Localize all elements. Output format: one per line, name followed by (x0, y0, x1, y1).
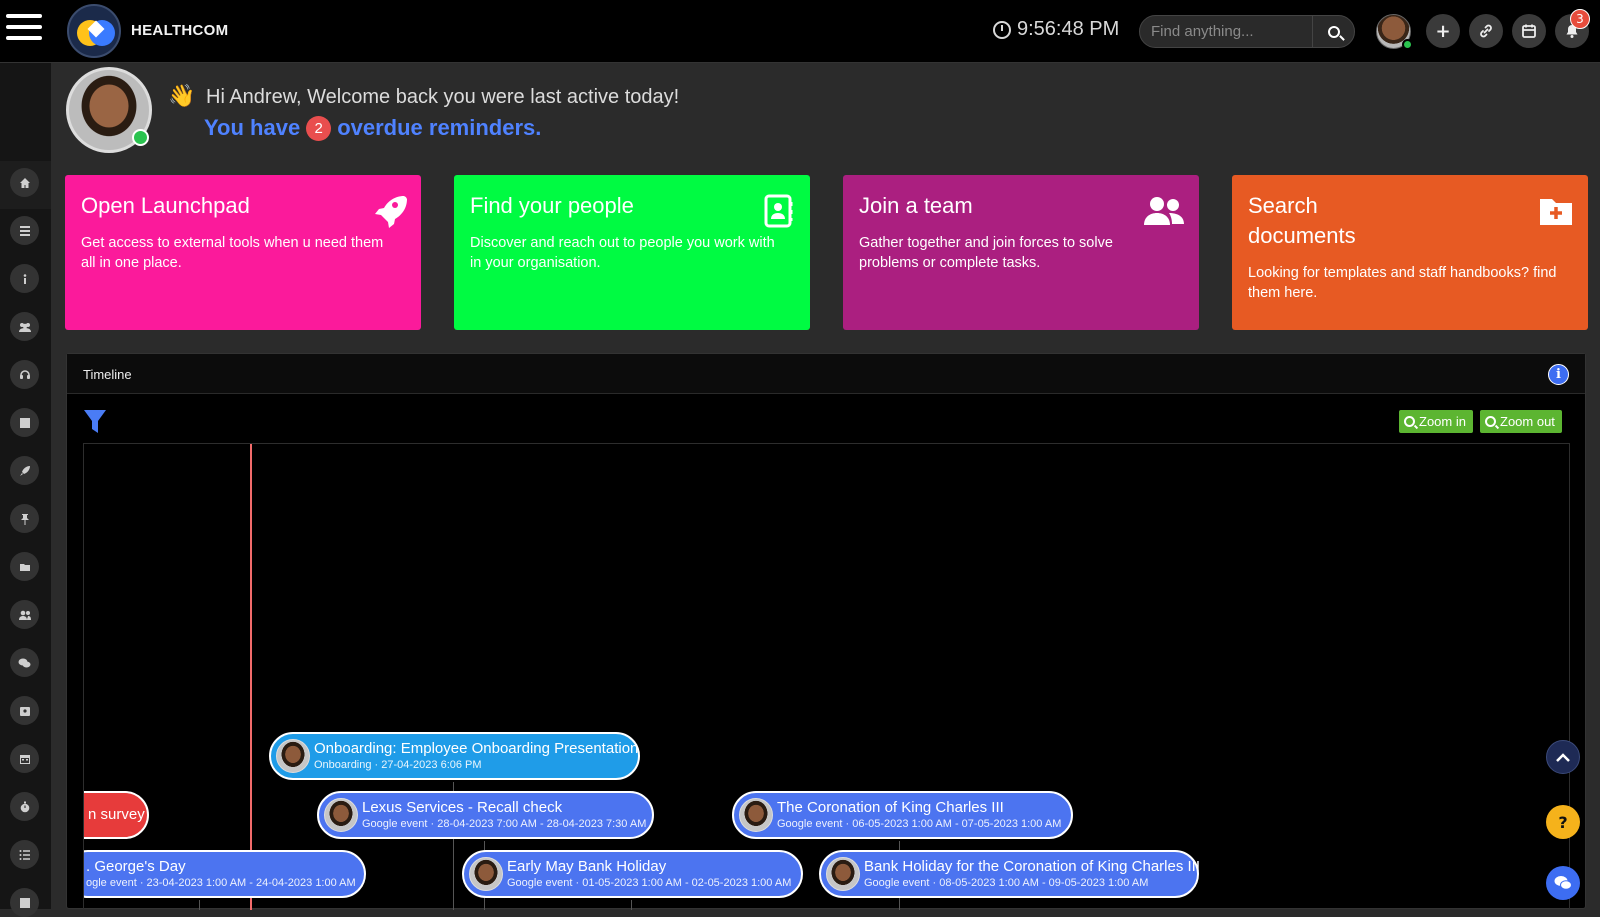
sidebar-rocket-icon[interactable] (10, 456, 39, 485)
timeline-header: Timeline i (67, 354, 1585, 394)
sidebar (0, 63, 51, 917)
timeline-event[interactable]: Bank Holiday for the Coronation of King … (819, 850, 1200, 898)
card-text: Gather together and join forces to solve… (859, 235, 1113, 271)
timeline-event[interactable]: The Coronation of King Charles III Google… (732, 791, 1073, 839)
sidebar-support-icon[interactable] (10, 360, 39, 389)
sidebar-people-icon[interactable] (10, 600, 39, 629)
clock: 9:56:48 PM (993, 18, 1119, 41)
timeline-event[interactable]: Onboarding: Employee Onboarding Presenta… (269, 732, 640, 780)
sidebar-chat-icon[interactable] (10, 648, 39, 677)
rocket-icon (375, 196, 407, 228)
folder-plus-icon (1540, 199, 1572, 225)
sidebar-stopwatch-icon[interactable] (10, 792, 39, 821)
search-input[interactable] (1140, 16, 1312, 47)
welcome-message: Hi Andrew, Welcome back you were last ac… (206, 86, 680, 108)
sidebar-square-icon[interactable] (10, 408, 39, 437)
waving-hand-icon: 👋 (168, 84, 196, 109)
timeline-event[interactable]: Lexus Services - Recall check Google even… (317, 791, 654, 839)
timeline-panel: Timeline i Zoom in Zoom out Onboarding: … (66, 353, 1586, 910)
sidebar-groups-icon[interactable] (10, 312, 39, 341)
timeline-event[interactable]: n survey (84, 791, 149, 839)
sidebar-home-icon[interactable] (10, 168, 39, 197)
avatar (276, 739, 310, 773)
zoom-in-icon (1404, 416, 1415, 427)
card-title: Search documents (1248, 193, 1356, 248)
sidebar-info-icon[interactable] (10, 264, 39, 293)
card-find-your-people[interactable]: Find your people Discover and reach out … (454, 175, 810, 330)
contact-book-icon (764, 194, 793, 228)
add-button[interactable]: + (1426, 14, 1460, 48)
card-search-documents[interactable]: Search documents Looking for templates a… (1232, 175, 1588, 330)
scroll-to-top-button[interactable] (1546, 740, 1580, 774)
user-avatar[interactable] (1376, 14, 1413, 50)
timeline-event[interactable]: Early May Bank Holiday Google event · 01-… (462, 850, 803, 898)
card-text: Looking for templates and staff handbook… (1248, 265, 1557, 301)
top-bar: HEALTHCOM 9:56:48 PM + 3 (0, 0, 1600, 63)
sidebar-list-icon[interactable] (10, 216, 39, 245)
avatar (324, 798, 358, 832)
online-status-dot (132, 129, 149, 146)
timeline-title: Timeline (83, 367, 132, 382)
sidebar-pin-icon[interactable] (10, 504, 39, 533)
healthcom-logo[interactable] (67, 4, 121, 58)
search-icon (1327, 25, 1340, 38)
chat-icon (1554, 876, 1572, 890)
search-button[interactable] (1312, 16, 1354, 47)
search-box (1139, 15, 1355, 48)
timeline-canvas[interactable]: Onboarding: Employee Onboarding Presenta… (83, 443, 1570, 910)
avatar (469, 857, 503, 891)
profile-avatar[interactable] (66, 67, 152, 153)
reminder-count-badge: 2 (306, 115, 332, 141)
calendar-button[interactable] (1512, 14, 1546, 48)
sidebar-tasks-icon[interactable] (10, 840, 39, 869)
users-icon (1144, 197, 1184, 225)
current-time-marker (250, 444, 252, 910)
hamburger-menu-icon[interactable] (6, 14, 42, 46)
timeline-event[interactable]: . George's Day ogle event · 23-04-2023 1:… (84, 850, 366, 898)
notification-badge: 3 (1570, 9, 1590, 29)
chevron-up-icon (1556, 753, 1570, 762)
card-open-launchpad[interactable]: Open Launchpad Get access to external to… (65, 175, 421, 330)
zoom-out-icon (1485, 416, 1496, 427)
card-text: Get access to external tools when u need… (81, 235, 384, 271)
info-icon[interactable]: i (1548, 364, 1569, 385)
calendar-icon (1522, 24, 1536, 38)
online-status-dot (1402, 39, 1413, 50)
plus-icon: + (1435, 20, 1451, 42)
chat-button[interactable] (1546, 866, 1580, 900)
link-icon (1480, 24, 1492, 38)
links-button[interactable] (1469, 14, 1503, 48)
avatar (826, 857, 860, 891)
zoom-out-button[interactable]: Zoom out (1480, 410, 1562, 433)
zoom-in-button[interactable]: Zoom in (1399, 410, 1473, 433)
sidebar-id-card-icon[interactable] (10, 696, 39, 725)
sidebar-calendar-icon[interactable] (10, 744, 39, 773)
card-title: Open Launchpad (81, 193, 250, 218)
card-title: Join a team (859, 193, 973, 218)
clock-icon (993, 20, 1011, 39)
brand-name: HEALTHCOM (131, 22, 229, 39)
sidebar-more-icon[interactable] (10, 888, 39, 917)
help-button[interactable]: ? (1546, 805, 1580, 839)
clock-time: 9:56:48 PM (1017, 18, 1120, 40)
card-join-a-team[interactable]: Join a team Gather together and join for… (843, 175, 1199, 330)
card-title: Find your people (470, 193, 634, 218)
card-text: Discover and reach out to people you wor… (470, 235, 775, 271)
avatar (739, 798, 773, 832)
overdue-reminders-link[interactable]: You have 2 overdue reminders. (204, 115, 541, 141)
filter-icon[interactable] (84, 410, 106, 434)
sidebar-folder-icon[interactable] (10, 552, 39, 581)
